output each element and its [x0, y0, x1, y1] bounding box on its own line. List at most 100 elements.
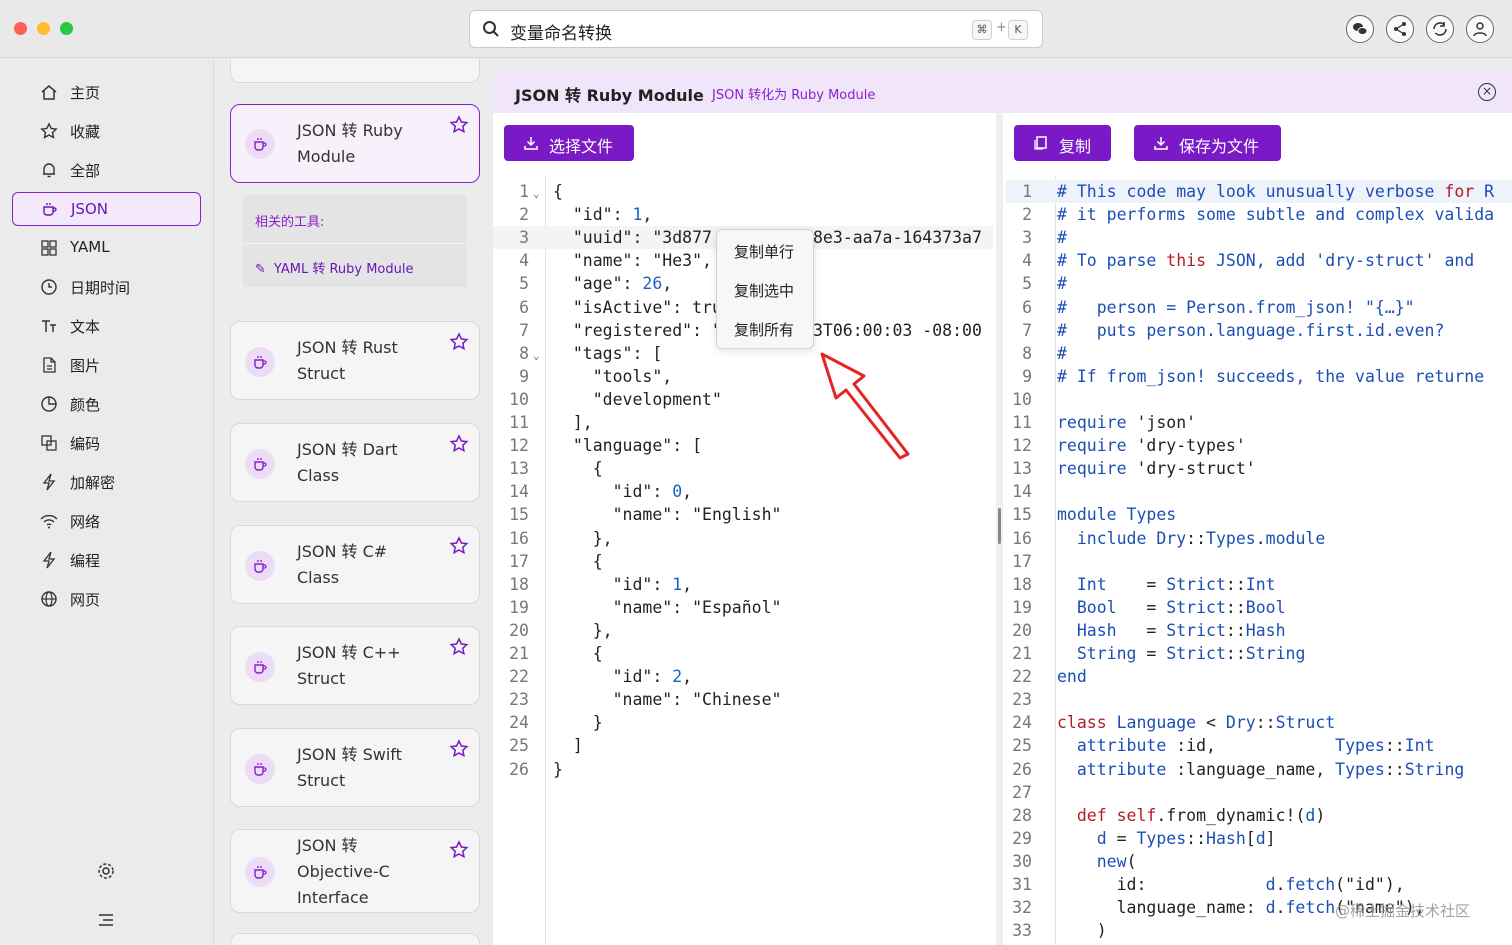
- related-tools-panel: 相关的工具: ✎ YAML 转 Ruby Module: [243, 195, 467, 287]
- upload-icon: [524, 137, 538, 150]
- close-window-button[interactable]: [14, 22, 27, 35]
- sidebar-item-YAML[interactable]: YAML: [12, 231, 201, 265]
- sidebar-item-文本[interactable]: 文本: [12, 309, 201, 343]
- star-icon[interactable]: [449, 115, 469, 135]
- search-input[interactable]: 变量命名转换 ⌘ + K: [469, 10, 1043, 48]
- code-text: # it performs some subtle and complex va…: [1057, 205, 1495, 225]
- code-text: Hash = Strict::Hash: [1076, 620, 1286, 640]
- code-line: 6 # person = Person.from_json! "{…}": [1006, 296, 1512, 319]
- sidebar-item-图片[interactable]: 图片: [12, 348, 201, 382]
- sidebar-item-label: 日期时间: [70, 279, 131, 297]
- tool-card[interactable]: JSON 转 Swift Struct: [230, 728, 480, 807]
- sidebar-item-网络[interactable]: 网络: [12, 504, 201, 538]
- context-menu-item[interactable]: 复制所有: [734, 319, 794, 340]
- split-divider[interactable]: [996, 113, 1003, 945]
- code-line: 12 "language": [: [493, 434, 993, 457]
- code-text: #: [1057, 343, 1067, 363]
- maximize-window-button[interactable]: [60, 22, 73, 35]
- user-icon[interactable]: [1466, 15, 1494, 43]
- code-text: "language": [: [553, 436, 703, 456]
- cup-icon: [245, 129, 275, 159]
- line-number: 4: [1022, 251, 1032, 271]
- close-icon[interactable]: ×: [1478, 83, 1496, 101]
- clock-icon: [41, 279, 57, 295]
- tool-card[interactable]: JSON 转 C++ Struct: [230, 626, 480, 705]
- code-line: 14 "id": 0,: [493, 480, 993, 503]
- code-line: 22 "id": 2,: [493, 665, 993, 688]
- code-line: 14: [1006, 480, 1512, 503]
- code-text: # puts person.language.first.id.even?: [1057, 320, 1445, 340]
- star-icon[interactable]: [449, 536, 469, 556]
- code-line: 12 require 'dry-types': [1006, 434, 1512, 457]
- code-text-tail: 3T06:00:03 -08:00: [813, 320, 982, 340]
- context-menu-item[interactable]: 复制选中: [734, 280, 794, 301]
- tool-card-title: JSON 转 C++ Struct: [297, 643, 401, 688]
- code-text: "id": 0,: [553, 482, 693, 502]
- line-number: 26: [509, 759, 529, 779]
- line-number: 25: [509, 736, 529, 756]
- star-icon[interactable]: [449, 739, 469, 759]
- tool-card[interactable]: JSON 转 C# Class: [230, 525, 480, 604]
- copy-button[interactable]: 复制: [1014, 125, 1111, 161]
- settings-icon[interactable]: [96, 861, 116, 881]
- home-icon: [41, 85, 57, 100]
- code-text-tail: 8e3-aa7a-164373a7: [813, 228, 982, 248]
- sidebar-item-JSON[interactable]: JSON: [12, 192, 201, 226]
- sidebar-item-编码[interactable]: 编码: [12, 426, 201, 460]
- tool-card-title: JSON 转 Swift Struct: [297, 745, 402, 790]
- code-text: {: [553, 551, 603, 571]
- sidebar-item-网页[interactable]: 网页: [12, 582, 201, 616]
- tool-card[interactable]: JSON 转 Dart Class: [230, 423, 480, 502]
- line-number: 23: [509, 690, 529, 710]
- cup-icon: [245, 651, 275, 682]
- tool-card-partial-top[interactable]: [230, 59, 480, 83]
- code-line: 16 },: [493, 527, 993, 550]
- choose-file-button[interactable]: 选择文件: [504, 125, 634, 161]
- code-line: 20 Hash = Strict::Hash: [1006, 619, 1512, 642]
- tool-card[interactable]: JSON 转 Rust Struct: [230, 321, 480, 400]
- share-icon[interactable]: [1386, 15, 1414, 43]
- bell-icon: [43, 163, 55, 178]
- line-number: 33: [1012, 921, 1032, 941]
- code-line: 15 "name": "English": [493, 503, 993, 526]
- tool-card-title: JSON 转 Dart Class: [297, 440, 398, 485]
- cup-icon: [245, 753, 275, 784]
- code-line: 31 id: d.fetch("id"),: [1006, 873, 1512, 896]
- code-line: 16 include Dry::Types.module: [1006, 527, 1512, 550]
- line-number: 22: [509, 667, 529, 687]
- context-menu-item[interactable]: 复制单行: [734, 241, 794, 262]
- sidebar-item-主页[interactable]: 主页: [12, 75, 201, 109]
- star-icon[interactable]: [449, 434, 469, 454]
- wechat-icon[interactable]: [1346, 15, 1374, 43]
- sidebar-item-颜色[interactable]: 颜色: [12, 387, 201, 421]
- code-line: 28 def self.from_dynamic!(d): [1006, 804, 1512, 827]
- sidebar-item-label: 加解密: [70, 474, 116, 492]
- sidebar-item-加解密[interactable]: 加解密: [12, 465, 201, 499]
- tool-card-json-to-ruby[interactable]: JSON 转 Ruby Module: [230, 104, 480, 183]
- related-tool-link[interactable]: ✎ YAML 转 Ruby Module: [255, 258, 414, 277]
- sidebar-item-编程[interactable]: 编程: [12, 543, 201, 577]
- collapse-sidebar-icon[interactable]: [97, 912, 115, 928]
- minimize-window-button[interactable]: [37, 22, 50, 35]
- fold-chevron-icon[interactable]: ⌄: [533, 182, 540, 205]
- sidebar-item-日期时间[interactable]: 日期时间: [12, 270, 201, 304]
- code-text: },: [553, 528, 613, 548]
- download-icon: [1154, 137, 1168, 150]
- tool-card[interactable]: JSON 转 Objective-C Interface: [230, 829, 480, 913]
- code-text: require 'dry-struct': [1057, 459, 1256, 479]
- sidebar-item-收藏[interactable]: 收藏: [12, 114, 201, 148]
- watermark: @稀土掘金技术社区: [1335, 902, 1471, 920]
- sidebar-item-全部[interactable]: 全部: [12, 153, 201, 187]
- fold-chevron-icon[interactable]: ⌄: [533, 344, 540, 367]
- ruby-output-editor[interactable]: 1 # This code may look unusually verbose …: [1006, 180, 1512, 945]
- code-text: d = Types::Hash[d]: [1096, 828, 1276, 848]
- sidebar: 主页收藏全部 JSON YAML 日期时间文本图片颜色编码加解密网络编程网页: [0, 59, 214, 945]
- save-to-file-button[interactable]: 保存为文件: [1134, 125, 1281, 161]
- sync-icon[interactable]: [1426, 15, 1454, 43]
- line-number: 18: [1012, 574, 1032, 594]
- code-text: new(: [1096, 851, 1137, 871]
- tool-card-partial-bottom[interactable]: [230, 933, 480, 945]
- star-icon[interactable]: [449, 840, 469, 860]
- star-icon[interactable]: [449, 637, 469, 657]
- star-icon[interactable]: [449, 332, 469, 352]
